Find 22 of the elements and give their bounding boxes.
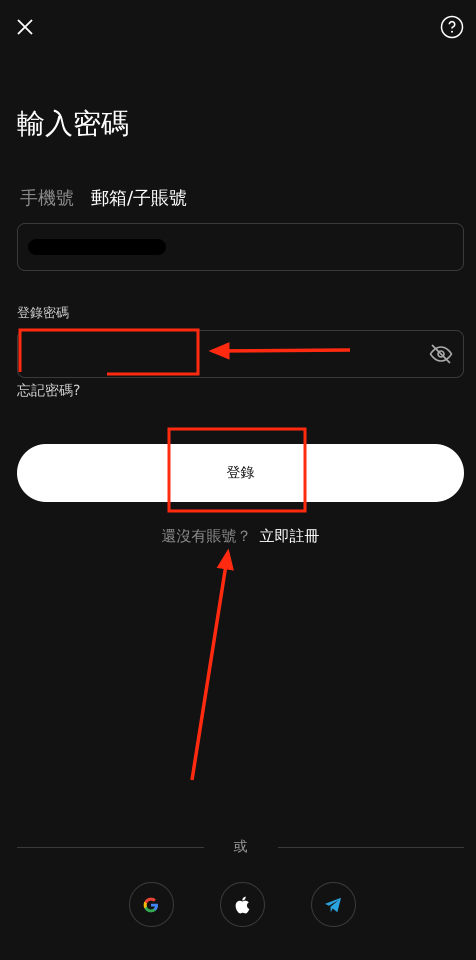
close-button[interactable] bbox=[17, 19, 33, 35]
social-login-button[interactable] bbox=[310, 882, 356, 927]
forgot-password-link[interactable]: 忘記密碼? bbox=[17, 382, 80, 400]
help-icon bbox=[440, 15, 464, 39]
register-prompt: 還沒有賬號？ bbox=[162, 527, 252, 546]
login-button[interactable]: 登錄 bbox=[17, 444, 464, 502]
visibility-toggle[interactable] bbox=[429, 343, 453, 365]
close-icon bbox=[17, 19, 33, 35]
page-title: 輸入密碼 bbox=[17, 106, 130, 142]
eye-off-icon bbox=[429, 343, 453, 365]
google-icon bbox=[143, 896, 159, 912]
divider-text: 或 bbox=[232, 838, 248, 856]
account-field[interactable] bbox=[17, 223, 464, 271]
register-link[interactable]: 立即註冊 bbox=[260, 527, 320, 546]
paper-plane-icon bbox=[324, 896, 342, 912]
help-button[interactable] bbox=[440, 15, 464, 39]
social-login-button[interactable] bbox=[220, 882, 264, 927]
login-tab[interactable]: 郵箱/子賬號 bbox=[88, 186, 188, 212]
apple-icon bbox=[234, 896, 250, 914]
password-field[interactable] bbox=[17, 330, 464, 378]
password-label: 登錄密碼 bbox=[17, 305, 70, 322]
login-tab[interactable]: 手機號 bbox=[17, 186, 74, 212]
